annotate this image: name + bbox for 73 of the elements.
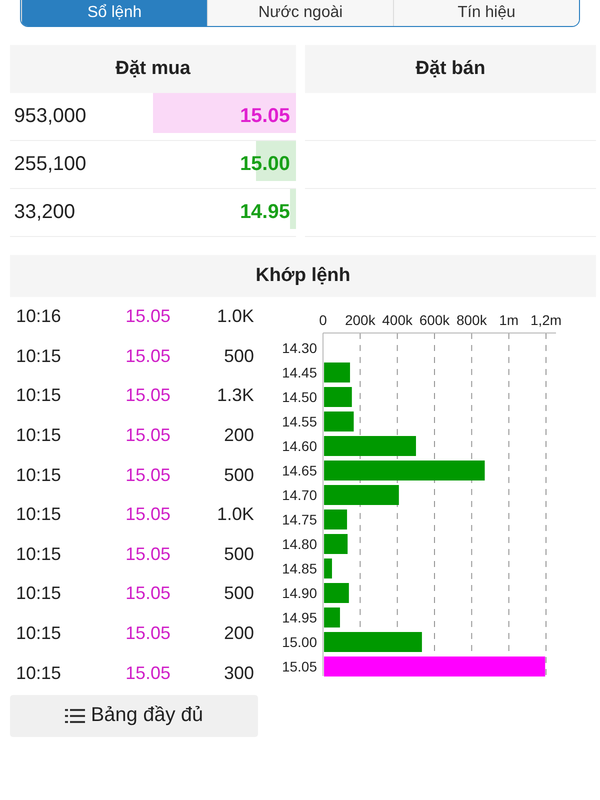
bid-price: 15.05 <box>240 104 291 129</box>
trade-price: 15.05 <box>124 662 172 684</box>
trade-time: 10:15 <box>15 623 62 644</box>
tab[interactable]: Tín hiệu <box>393 0 579 26</box>
category-label: 14.45 <box>282 364 317 380</box>
trade-price: 15.05 <box>124 544 172 565</box>
trade-price: 15.05 <box>124 425 172 446</box>
tab[interactable]: Nước ngoài <box>207 0 393 26</box>
trade-volume: 300 <box>222 662 255 684</box>
trade-time: 10:15 <box>15 583 62 604</box>
trade-volume: 200 <box>222 623 255 644</box>
category-label: 14.90 <box>282 585 317 601</box>
category-label: 14.55 <box>282 414 317 430</box>
tick-label: 0 <box>319 312 327 328</box>
bar <box>324 583 349 603</box>
trade-price: 15.05 <box>124 464 172 486</box>
tick-label: 1,2m <box>530 312 562 328</box>
trade-price: 15.05 <box>124 385 172 406</box>
trade-volume: 500 <box>222 346 255 367</box>
bar <box>324 534 348 554</box>
tick-label: 800k <box>456 312 487 328</box>
section-title: Khớp lệnh <box>10 255 596 297</box>
bar <box>324 608 340 628</box>
bar <box>324 387 352 407</box>
trade-price: 15.05 <box>124 504 172 526</box>
bar <box>324 412 354 432</box>
full-table-button[interactable]: Bảng đầy đủ <box>10 694 258 737</box>
trade-volume: 500 <box>222 544 255 565</box>
tick-label: 400k <box>382 312 413 328</box>
category-label: 15.05 <box>282 658 317 674</box>
tick-label: 600k <box>419 312 450 328</box>
category-label: 14.65 <box>282 462 317 478</box>
trade-volume: 1.0K <box>216 504 255 526</box>
list-icon <box>64 708 85 724</box>
trade-time: 10:15 <box>15 346 62 367</box>
trade-volume: 500 <box>222 583 255 604</box>
trade-price: 15.05 <box>124 623 172 644</box>
tab[interactable]: Sổ lệnh <box>21 0 207 26</box>
column-header: Đặt mua <box>10 45 296 93</box>
bid-price: 14.95 <box>240 200 291 225</box>
bar <box>324 362 350 382</box>
tick-label: 200k <box>344 312 376 328</box>
trade-time: 10:15 <box>15 425 62 446</box>
bar <box>324 558 332 578</box>
category-label: 15.00 <box>282 634 317 650</box>
trade-price: 15.05 <box>124 583 172 604</box>
trade-price: 15.05 <box>124 306 172 328</box>
trade-time: 10:15 <box>15 385 62 406</box>
trade-volume: 1.0K <box>216 306 255 328</box>
trade-time: 10:15 <box>15 464 62 486</box>
bid-volume: 953,000 <box>13 105 86 128</box>
trade-volume: 200 <box>222 425 255 446</box>
trade-price: 15.05 <box>124 346 172 367</box>
trade-time: 10:15 <box>15 544 62 565</box>
category-label: 14.85 <box>282 560 317 576</box>
category-label: 14.30 <box>282 340 317 356</box>
category-label: 14.60 <box>282 438 317 454</box>
category-label: 14.50 <box>282 389 317 405</box>
category-label: 14.80 <box>282 536 317 552</box>
trade-time: 10:15 <box>15 504 62 526</box>
category-label: 14.75 <box>282 512 317 528</box>
bar <box>324 510 348 530</box>
bid-price: 15.00 <box>240 152 291 177</box>
column-header: Đặt bán <box>305 45 596 93</box>
category-label: 14.95 <box>282 610 317 626</box>
bid-volume: 255,100 <box>13 153 86 176</box>
trade-time: 10:16 <box>15 306 62 328</box>
tick-label: 1m <box>499 312 519 328</box>
bid-volume: 33,200 <box>13 201 76 224</box>
category-label: 14.70 <box>282 487 317 503</box>
trade-volume: 500 <box>222 464 255 486</box>
trade-time: 10:15 <box>15 662 62 684</box>
trade-volume: 1.3K <box>216 385 255 406</box>
